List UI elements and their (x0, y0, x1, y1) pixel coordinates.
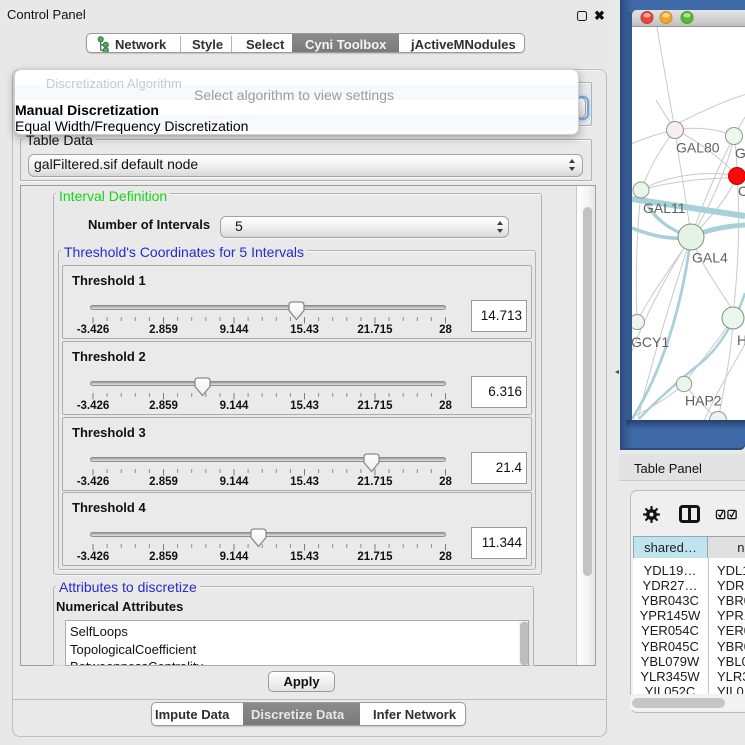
svg-text:15.43: 15.43 (290, 476, 319, 488)
svg-text:28: 28 (439, 476, 452, 488)
svg-text:H: H (737, 332, 745, 348)
svg-text:28: 28 (439, 400, 452, 412)
svg-text:GA: GA (735, 145, 745, 161)
svg-text:28: 28 (439, 551, 452, 563)
svg-text:9.144: 9.144 (220, 400, 249, 412)
svg-text:21.715: 21.715 (357, 324, 393, 336)
svg-text:2.859: 2.859 (149, 476, 178, 488)
svg-text:21.715: 21.715 (357, 476, 393, 488)
svg-text:GAL11: GAL11 (643, 200, 686, 216)
svg-text:-3.426: -3.426 (77, 324, 110, 336)
svg-text:21.715: 21.715 (357, 551, 393, 563)
svg-text:2.859: 2.859 (149, 551, 178, 563)
svg-text:21.715: 21.715 (357, 400, 393, 412)
svg-text:-3.426: -3.426 (77, 476, 110, 488)
svg-text:C: C (738, 183, 745, 199)
svg-text:9.144: 9.144 (220, 324, 249, 336)
svg-text:15.43: 15.43 (290, 324, 319, 336)
svg-text:GAL80: GAL80 (676, 140, 720, 156)
svg-text:28: 28 (439, 324, 452, 336)
svg-text:-3.426: -3.426 (77, 551, 110, 563)
svg-text:GAL4: GAL4 (692, 250, 728, 266)
svg-text:15.43: 15.43 (290, 400, 319, 412)
svg-text:-3.426: -3.426 (77, 400, 110, 412)
svg-text:9.144: 9.144 (220, 476, 249, 488)
svg-text:2.859: 2.859 (149, 400, 178, 412)
svg-text:GCY1: GCY1 (632, 334, 669, 350)
svg-text:15.43: 15.43 (290, 551, 319, 563)
svg-text:HAP2: HAP2 (685, 393, 722, 409)
svg-text:2.859: 2.859 (149, 324, 178, 336)
svg-text:9.144: 9.144 (220, 551, 249, 563)
